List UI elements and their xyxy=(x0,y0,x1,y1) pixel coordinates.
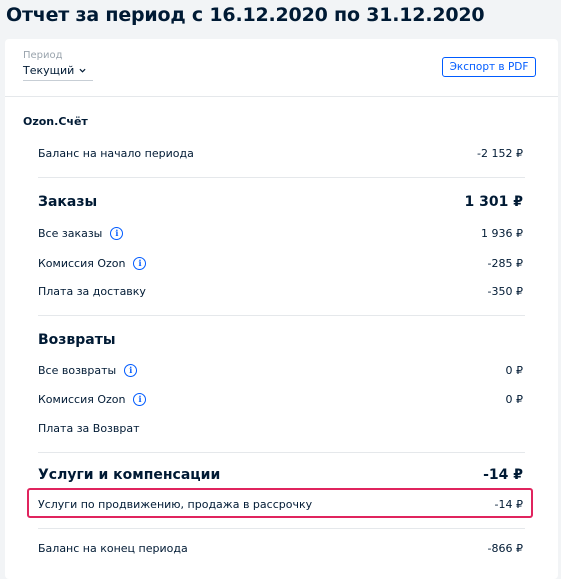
services-promotion-value: -14 ₽ xyxy=(494,498,523,511)
returns-commission-label: Комиссия Ozon xyxy=(38,393,126,406)
opening-balance-value: -2 152 ₽ xyxy=(477,147,523,160)
returns-row-commission: Комиссия Ozon i 0 ₽ xyxy=(38,393,523,406)
info-icon[interactable]: i xyxy=(110,227,124,240)
period-value: Текущий xyxy=(23,64,75,77)
closing-balance-label: Баланс на конец периода xyxy=(38,542,188,555)
period-selector[interactable]: Период Текущий xyxy=(23,50,93,81)
services-title: Услуги и компенсации xyxy=(38,467,221,483)
info-icon[interactable]: i xyxy=(133,393,147,406)
info-icon[interactable]: i xyxy=(124,364,138,377)
returns-all-value: 0 ₽ xyxy=(505,364,524,377)
section-title: Ozon.Счёт xyxy=(23,115,88,128)
returns-fee-label: Плата за Возврат xyxy=(38,422,140,435)
services-header: Услуги и компенсации -14 ₽ xyxy=(38,467,523,483)
period-label: Период xyxy=(23,50,63,61)
chevron-down-icon xyxy=(79,68,86,73)
orders-all-value: 1 936 ₽ xyxy=(481,227,523,240)
page-title: Отчет за период с 16.12.2020 по 31.12.20… xyxy=(6,4,485,26)
orders-row-commission: Комиссия Ozon i -285 ₽ xyxy=(38,257,523,270)
closing-balance-value: -866 ₽ xyxy=(487,542,523,555)
opening-balance-row: Баланс на начало периода -2 152 ₽ xyxy=(38,147,523,160)
divider xyxy=(38,177,525,178)
services-promotion-label: Услуги по продвижению, продажа в рассроч… xyxy=(38,498,313,511)
orders-all-label: Все заказы xyxy=(38,227,103,240)
orders-row-all: Все заказы i 1 936 ₽ xyxy=(38,227,523,240)
returns-all-label: Все возвраты xyxy=(38,364,117,377)
orders-delivery-value: -350 ₽ xyxy=(487,285,523,298)
orders-total: 1 301 ₽ xyxy=(464,194,523,210)
orders-title: Заказы xyxy=(38,194,98,210)
orders-delivery-label: Плата за доставку xyxy=(38,285,146,298)
opening-balance-label: Баланс на начало периода xyxy=(38,147,194,160)
returns-commission-value: 0 ₽ xyxy=(505,393,524,406)
returns-row-fee: Плата за Возврат xyxy=(38,422,523,435)
returns-header: Возвраты xyxy=(38,332,523,348)
export-pdf-button[interactable]: Экспорт в PDF xyxy=(442,57,536,77)
info-icon[interactable]: i xyxy=(133,257,147,270)
divider xyxy=(38,452,525,453)
services-total: -14 ₽ xyxy=(483,467,523,483)
returns-title: Возвраты xyxy=(38,332,116,348)
orders-row-delivery: Плата за доставку -350 ₽ xyxy=(38,285,523,298)
divider xyxy=(38,315,525,316)
report-card: Период Текущий Экспорт в PDF Ozon.Счёт Б… xyxy=(5,39,558,579)
closing-balance-row: Баланс на конец периода -866 ₽ xyxy=(38,542,523,555)
services-row-promotion: Услуги по продвижению, продажа в рассроч… xyxy=(38,498,523,511)
divider xyxy=(38,528,525,529)
orders-commission-value: -285 ₽ xyxy=(487,257,523,270)
orders-header: Заказы 1 301 ₽ xyxy=(38,194,523,210)
period-dropdown[interactable]: Текущий xyxy=(23,64,93,81)
header-divider xyxy=(5,96,558,97)
orders-commission-label: Комиссия Ozon xyxy=(38,257,126,270)
returns-row-all: Все возвраты i 0 ₽ xyxy=(38,364,523,377)
